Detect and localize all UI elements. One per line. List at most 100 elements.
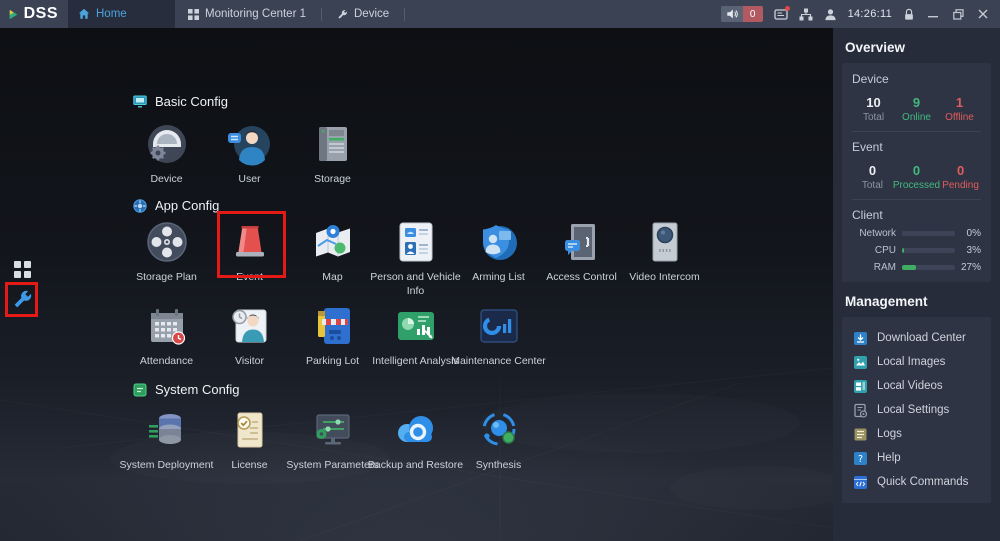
wrench-small-icon (337, 9, 348, 20)
close-button[interactable] (976, 7, 990, 21)
app-item-event[interactable]: Event (208, 218, 291, 298)
config-wrench-button[interactable] (12, 289, 33, 315)
management-item-logs[interactable]: Logs (852, 422, 981, 446)
map-icon (309, 218, 357, 266)
management-item-label: Download Center (877, 332, 966, 344)
app-item-label: Backup and Restore (368, 459, 464, 473)
management-item-local-images[interactable]: Local Images (852, 350, 981, 374)
divider (852, 131, 981, 132)
divider (852, 199, 981, 200)
basic-config-row: Device User (125, 120, 374, 187)
alarm-sound-control[interactable]: 0 (721, 6, 763, 22)
tab-home[interactable]: Home (68, 0, 175, 28)
app-item-arming-list[interactable]: Arming List (457, 218, 540, 298)
home-page: Basic Config Device (0, 28, 833, 541)
management-item-local-settings[interactable]: Local Settings (852, 398, 981, 422)
app-item-user[interactable]: User (208, 120, 291, 187)
user-account-icon[interactable] (824, 8, 837, 21)
app-item-system-parameters[interactable]: System Parameters (291, 406, 374, 473)
tab-device-label: Device (354, 8, 389, 20)
app-item-attendance[interactable]: Attendance (125, 302, 208, 369)
video-intercom-icon (641, 218, 689, 266)
backup-restore-icon (392, 406, 440, 454)
device-stats-title: Device (852, 72, 981, 86)
section-header-app-config: App Config (133, 198, 219, 213)
app-item-storage-plan[interactable]: Storage Plan (125, 218, 208, 298)
app-item-person-vehicle-info[interactable]: Person and Vehicle Info (374, 218, 457, 298)
management-item-help[interactable]: ? Help (852, 446, 981, 470)
user-icon (226, 120, 274, 168)
nav-grid-button[interactable] (14, 261, 31, 278)
app-item-device[interactable]: Device (125, 120, 208, 187)
access-control-icon (558, 218, 606, 266)
download-center-icon (853, 331, 868, 346)
ram-bar (902, 265, 955, 270)
event-pending: 0 Pending (940, 163, 981, 191)
event-notification-icon[interactable] (774, 8, 788, 21)
app-item-label: Arming List (451, 271, 547, 285)
management-item-local-videos[interactable]: Local Videos (852, 374, 981, 398)
app-item-maintenance-center[interactable]: Maintenance Center (457, 302, 540, 369)
app-logo: DSS (0, 5, 68, 24)
arming-list-icon (475, 218, 523, 266)
lock-icon[interactable] (903, 8, 915, 21)
cpu-bar (902, 248, 955, 253)
tab-device[interactable]: Device (327, 0, 399, 28)
app-item-label: System Deployment (119, 459, 215, 473)
client-ram-row: RAM 27% (852, 262, 981, 273)
event-icon (226, 218, 274, 266)
app-item-label: Intelligent Analysis (368, 355, 464, 369)
app-item-license[interactable]: License (208, 406, 291, 473)
management-item-label: Local Settings (877, 404, 949, 416)
app-item-label: System Parameters (285, 459, 381, 473)
sitemap-icon[interactable] (799, 8, 813, 21)
app-item-synthesis[interactable]: Synthesis (457, 406, 540, 473)
app-item-parking-lot[interactable]: Parking Lot (291, 302, 374, 369)
app-item-storage[interactable]: Storage (291, 120, 374, 187)
device-icon (143, 120, 191, 168)
app-item-visitor[interactable]: Visitor (208, 302, 291, 369)
tab-home-label: Home (96, 8, 127, 20)
app-config-row-2: Attendance Visitor (125, 302, 540, 369)
minimize-button[interactable] (926, 7, 940, 21)
app-item-intelligent-analysis[interactable]: Intelligent Analysis (374, 302, 457, 369)
device-offline: 1 Offline (938, 95, 981, 123)
system-parameters-icon (309, 406, 357, 454)
app-item-map[interactable]: Map (291, 218, 374, 298)
app-item-access-control[interactable]: Access Control (540, 218, 623, 298)
device-total: 10 Total (852, 95, 895, 123)
app-item-label: Parking Lot (285, 355, 381, 369)
person-vehicle-info-icon (392, 218, 440, 266)
management-item-label: Logs (877, 428, 902, 440)
maintenance-center-icon (475, 302, 523, 350)
management-item-quick-commands[interactable]: Quick Commands (852, 470, 981, 494)
tab-separator (404, 8, 405, 21)
section-title: System Config (155, 382, 240, 397)
app-item-label: Access Control (534, 271, 630, 285)
event-stats-title: Event (852, 140, 981, 154)
app-item-video-intercom[interactable]: Video Intercom (623, 218, 706, 298)
management-item-download-center[interactable]: Download Center (852, 326, 981, 350)
management-panel: Download Center Local Images Local Video… (842, 317, 991, 503)
app-item-label: Event (202, 271, 298, 285)
section-title: App Config (155, 198, 219, 213)
app-item-label: Visitor (202, 355, 298, 369)
event-processed: 0 Processed (893, 163, 940, 191)
restore-button[interactable] (951, 7, 965, 21)
tab-monitoring-center[interactable]: Monitoring Center 1 (178, 0, 316, 28)
app-item-label: Map (285, 271, 381, 285)
dss-logo-icon (8, 5, 20, 24)
system-config-icon (133, 383, 147, 397)
app-item-label: Synthesis (451, 459, 547, 473)
synthesis-icon (475, 406, 523, 454)
app-item-system-deployment[interactable]: System Deployment (125, 406, 208, 473)
app-item-label: Storage (285, 173, 381, 187)
app-item-label: License (202, 459, 298, 473)
app-item-label: Attendance (119, 355, 215, 369)
app-item-backup-restore[interactable]: Backup and Restore (374, 406, 457, 473)
intelligent-analysis-icon (392, 302, 440, 350)
app-item-label: User (202, 173, 298, 187)
app-item-label: Storage Plan (119, 271, 215, 285)
tab-monitoring-label: Monitoring Center 1 (205, 8, 306, 20)
client-stats-title: Client (852, 208, 981, 222)
